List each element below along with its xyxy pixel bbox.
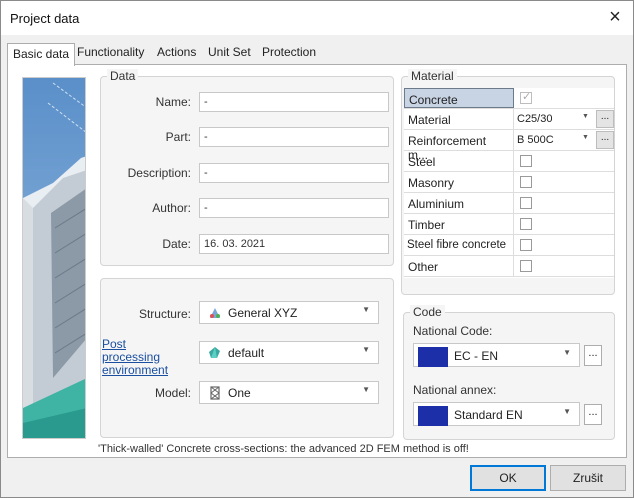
material-row-label: Steel fibre concrete [404, 235, 514, 255]
structure-select[interactable]: General XYZ ▼ [199, 301, 379, 324]
chevron-down-icon[interactable]: ▼ [582, 113, 589, 120]
reinforcement-ellipsis-button[interactable]: ... [596, 131, 614, 149]
tab-bar: Basic data Functionality Actions Unit Se… [1, 35, 633, 66]
post-processing-select[interactable]: default ▼ [199, 341, 379, 364]
chevron-down-icon: ▼ [362, 305, 370, 314]
national-code-label: National Code: [413, 324, 493, 338]
steel-checkbox[interactable] [520, 155, 532, 167]
author-field[interactable]: - [199, 198, 389, 218]
reinforcement-value[interactable]: B 500C [517, 134, 554, 146]
material-row-label: Material [404, 109, 514, 129]
material-group-title: Material [408, 69, 457, 83]
name-field[interactable]: - [199, 92, 389, 112]
model-value: One [228, 386, 251, 400]
basic-data-page: Data Name: - Part: - Description: - Auth… [7, 64, 627, 458]
data-group-title: Data [107, 69, 139, 83]
material-row-label: Masonry [404, 172, 514, 192]
material-row-label: Concrete [404, 88, 514, 108]
material-row-other[interactable]: Other [404, 256, 614, 277]
fem-method-notice: 'Thick-walled' Concrete cross-sections: … [98, 443, 469, 455]
model-select[interactable]: One ▼ [199, 381, 379, 404]
material-row-label: Timber [404, 214, 514, 234]
material-ellipsis-button[interactable]: ... [596, 110, 614, 128]
date-field[interactable]: 16. 03. 2021 [199, 234, 389, 254]
chevron-down-icon: ▼ [362, 345, 370, 354]
model-icon [210, 386, 220, 400]
material-grade-value[interactable]: C25/30 [517, 113, 552, 125]
concrete-checkbox[interactable] [520, 90, 532, 104]
material-row-reinforcement[interactable]: Reinforcement m... B 500C ▼ ... [404, 130, 614, 162]
part-label: Part: [165, 130, 191, 144]
eu-flag-icon [418, 406, 448, 426]
structure-group: Structure: General XYZ ▼ Post processing… [100, 278, 394, 438]
dialog-title: Project data [10, 11, 80, 26]
structure-label: Structure: [138, 307, 191, 321]
national-code-ellipsis-button[interactable]: ... [584, 345, 602, 366]
name-label: Name: [155, 95, 191, 109]
material-row-steel-fibre-concrete[interactable]: Steel fibre concrete [404, 235, 614, 256]
material-grid: Concrete Material C25/30 ▼ ... Reinforce… [404, 88, 614, 278]
national-code-select[interactable]: EC - EN ▼ [413, 343, 580, 367]
description-field[interactable]: - [199, 163, 389, 183]
part-field[interactable]: - [199, 127, 389, 147]
close-icon[interactable]: × [601, 3, 629, 33]
masonry-checkbox[interactable] [520, 176, 532, 188]
ok-button[interactable]: OK [470, 465, 546, 491]
material-row-steel[interactable]: Steel [404, 151, 614, 172]
description-label: Description: [127, 166, 191, 180]
chevron-down-icon: ▼ [563, 348, 571, 357]
national-annex-select[interactable]: Standard EN ▼ [413, 402, 580, 426]
chevron-down-icon: ▼ [362, 385, 370, 394]
building-image [23, 78, 85, 438]
timber-checkbox[interactable] [520, 218, 532, 230]
material-row-timber[interactable]: Timber [404, 214, 614, 235]
material-row-aluminium[interactable]: Aluminium [404, 193, 614, 214]
date-label: Date: [162, 237, 191, 251]
model-label: Model: [154, 386, 191, 400]
chevron-down-icon: ▼ [563, 407, 571, 416]
tab-protection[interactable]: Protection [262, 45, 316, 59]
project-picture [22, 77, 86, 439]
other-checkbox[interactable] [520, 260, 532, 272]
title-bar: Project data × [1, 1, 633, 35]
structure-icon [210, 308, 220, 318]
project-data-dialog: Project data × Basic data Functionality … [0, 0, 634, 498]
post-processing-value: default [228, 346, 265, 360]
material-row-label: Steel [404, 151, 514, 171]
material-row-label: Other [404, 256, 514, 276]
tab-unit-set[interactable]: Unit Set [208, 45, 251, 59]
eu-flag-icon [418, 347, 448, 367]
code-group-title: Code [410, 305, 445, 319]
chevron-down-icon[interactable]: ▼ [582, 134, 589, 141]
author-label: Author: [152, 201, 191, 215]
steel-fibre-concrete-checkbox[interactable] [520, 239, 532, 251]
material-row-label: Aluminium [404, 193, 514, 213]
data-group: Data Name: - Part: - Description: - Auth… [100, 69, 394, 266]
tab-functionality[interactable]: Functionality [77, 45, 144, 59]
national-annex-label: National annex: [413, 383, 497, 397]
post-processing-link[interactable]: Post processing environment [102, 338, 186, 377]
material-row-label: Reinforcement m... [404, 130, 514, 162]
national-annex-ellipsis-button[interactable]: ... [584, 404, 602, 425]
material-row-concrete[interactable]: Concrete [404, 88, 614, 109]
tab-actions[interactable]: Actions [157, 45, 196, 59]
post-processing-icon [209, 347, 220, 358]
tab-basic-data[interactable]: Basic data [7, 43, 76, 66]
material-row-masonry[interactable]: Masonry [404, 172, 614, 193]
national-code-value: EC - EN [454, 349, 499, 363]
code-group: Code National Code: EC - EN ▼ ... Nation… [403, 305, 615, 440]
aluminium-checkbox[interactable] [520, 197, 532, 209]
cancel-button[interactable]: Zrušit [550, 465, 626, 491]
national-annex-value: Standard EN [454, 408, 523, 422]
material-row-material[interactable]: Material C25/30 ▼ ... [404, 109, 614, 130]
structure-value: General XYZ [228, 306, 298, 320]
